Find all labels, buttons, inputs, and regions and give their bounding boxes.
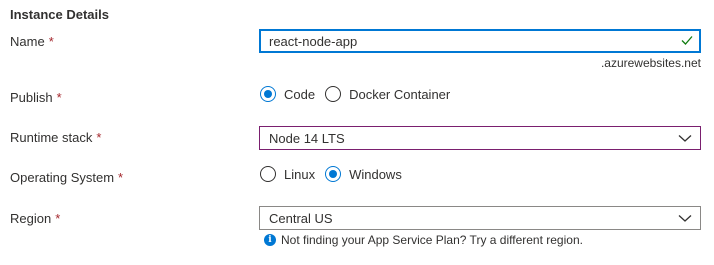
name-label: Name *: [10, 34, 54, 49]
chevron-down-icon[interactable]: [678, 132, 692, 147]
required-marker: *: [56, 90, 62, 105]
os-option-linux-label: Linux: [284, 166, 316, 182]
os-radio-group: Linux Windows: [260, 166, 412, 182]
runtime-label-text: Runtime stack: [10, 130, 93, 145]
publish-label-text: Publish: [10, 90, 53, 105]
radio-checked[interactable]: [325, 166, 342, 182]
region-label-text: Region: [10, 211, 52, 226]
section-title: Instance Details: [10, 7, 109, 22]
required-marker: *: [48, 34, 54, 49]
name-label-text: Name: [10, 34, 45, 49]
os-option-linux[interactable]: Linux: [260, 166, 315, 182]
runtime-stack-value: Node 14 LTS: [269, 131, 345, 146]
domain-suffix: .azurewebsites.net: [600, 56, 701, 70]
publish-label: Publish *: [10, 90, 62, 105]
region-hint-text: Not finding your App Service Plan? Try a…: [281, 233, 583, 247]
name-input-value[interactable]: react-node-app: [269, 34, 357, 49]
required-marker: *: [96, 130, 102, 145]
radio-unchecked[interactable]: [325, 86, 342, 102]
name-input[interactable]: react-node-app: [259, 29, 701, 53]
os-label-text: Operating System: [10, 170, 115, 185]
radio-checked[interactable]: [260, 86, 276, 102]
region-hint: i Not finding your App Service Plan? Try…: [264, 233, 583, 247]
publish-option-docker-label: Docker Container: [349, 86, 451, 102]
check-icon: [680, 33, 694, 50]
publish-option-code[interactable]: Code: [260, 86, 315, 102]
publish-radio-group: Code Docker Container: [260, 86, 460, 102]
os-option-windows-label: Windows: [349, 166, 402, 182]
required-marker: *: [118, 170, 124, 185]
info-icon: i: [264, 234, 276, 246]
region-label: Region *: [10, 211, 60, 226]
os-label: Operating System *: [10, 170, 123, 185]
region-value: Central US: [269, 211, 333, 226]
os-option-windows[interactable]: Windows: [325, 166, 402, 182]
runtime-stack-dropdown[interactable]: Node 14 LTS: [259, 126, 701, 150]
radio-unchecked[interactable]: [260, 166, 276, 182]
publish-option-code-label: Code: [284, 86, 316, 102]
region-dropdown[interactable]: Central US: [259, 206, 701, 230]
chevron-down-icon[interactable]: [678, 212, 692, 227]
publish-option-docker[interactable]: Docker Container: [325, 86, 450, 102]
required-marker: *: [55, 211, 61, 226]
runtime-label: Runtime stack *: [10, 130, 101, 145]
